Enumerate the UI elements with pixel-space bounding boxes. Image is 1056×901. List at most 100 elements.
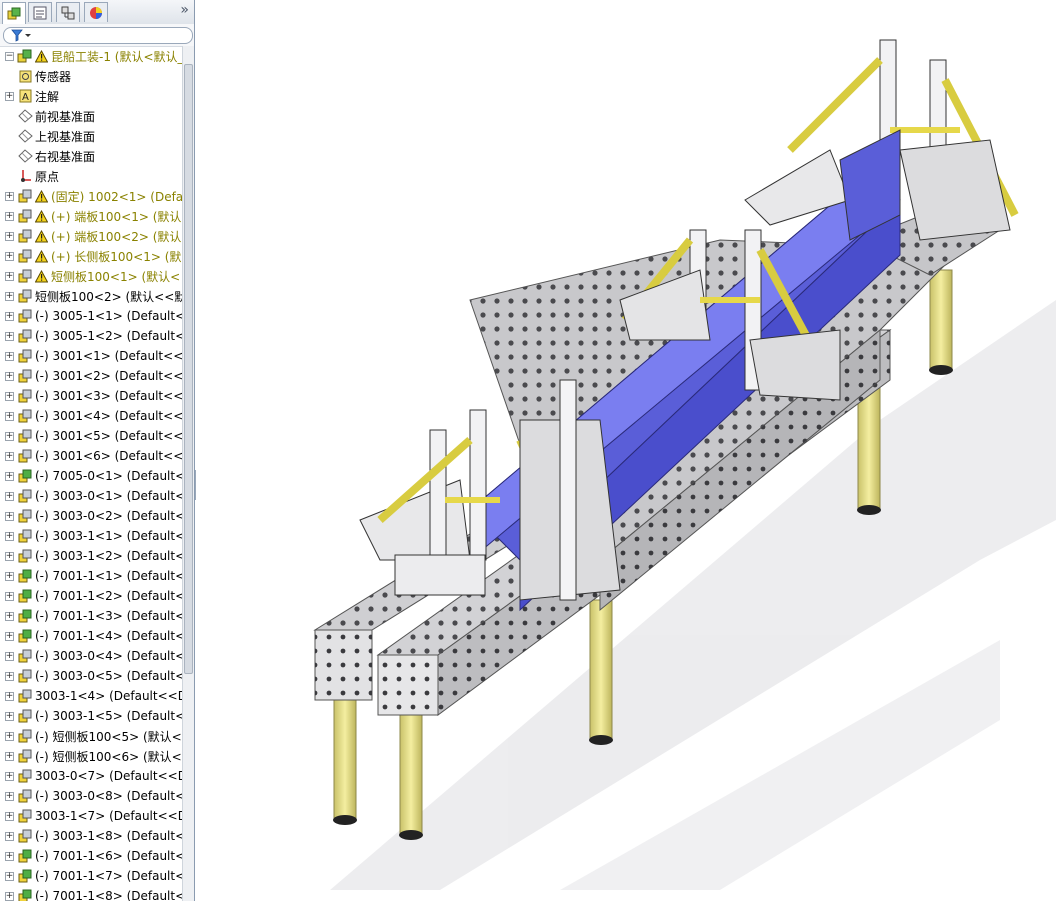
expand-toggle-icon[interactable]: + [5,491,14,501]
tree-item[interactable]: + (+) 端板100<2> (默认 [0,226,182,246]
expand-toggle-icon[interactable]: + [5,811,14,821]
tree-item[interactable]: + (-) 3001<5> (Default<< [0,426,182,446]
tree-item-label: (-) 3003-1<1> (Default< [35,529,182,543]
expand-toggle-icon[interactable]: + [5,871,14,881]
tree-item[interactable]: + (-) 7001-1<6> (Default< [0,846,182,866]
tree-item[interactable]: 右视基准面 [0,146,182,166]
tree-item[interactable]: + (-) 7001-1<4> (Default< [0,626,182,646]
expand-toggle-icon[interactable]: + [5,571,14,581]
expand-toggle-icon[interactable]: + [5,91,14,101]
tree-item[interactable]: 原点 [0,166,182,186]
sensor-icon [19,70,32,83]
expand-toggle-icon[interactable]: + [5,771,14,781]
more-tabs-icon[interactable]: » [180,2,189,18]
expand-toggle-icon[interactable]: + [5,471,14,481]
tree-item[interactable]: + (-) 3003-1<5> (Default< [0,706,182,726]
tree-item[interactable]: + (-) 3001<2> (Default<< [0,366,182,386]
expand-toggle-icon[interactable]: + [5,791,14,801]
tree-item[interactable]: + (固定) 1002<1> (Defa [0,186,182,206]
expand-toggle-icon[interactable]: + [5,751,14,761]
display-manager-tab-icon[interactable] [84,2,108,22]
expand-toggle-icon[interactable]: + [5,451,14,461]
tree-scrollbar-thumb[interactable] [184,64,193,674]
tree-item[interactable]: + (-) 7001-1<1> (Default< [0,566,182,586]
expand-toggle-icon[interactable]: + [5,431,14,441]
tree-item[interactable]: + A 注解 [0,86,182,106]
expand-toggle-icon[interactable]: + [5,211,14,221]
collapse-toggle-icon[interactable]: − [5,51,14,61]
expand-toggle-icon[interactable]: + [5,711,14,721]
tree-item-label: (-) 短侧板100<6> (默认< [35,749,182,764]
expand-toggle-icon[interactable]: + [5,831,14,841]
tree-item[interactable]: + (-) 短侧板100<6> (默认< [0,746,182,766]
tree-item-label: 3003-1<7> (Default<<D [35,809,182,823]
tree-item[interactable]: + (-) 3003-1<8> (Default< [0,826,182,846]
expand-toggle-icon[interactable]: + [5,331,14,341]
expand-toggle-icon[interactable]: + [5,631,14,641]
tree-item[interactable]: + (-) 3003-1<2> (Default< [0,546,182,566]
tree-item[interactable]: +3003-0<7> (Default<<D [0,766,182,786]
tree-scrollbar[interactable] [182,46,194,901]
expand-toggle-icon[interactable]: + [5,251,14,261]
tree-item[interactable]: + 短侧板100<1> (默认< [0,266,182,286]
tree-item[interactable]: + (-) 短侧板100<5> (默认< [0,726,182,746]
tree-item[interactable]: + (-) 3003-0<8> (Default< [0,786,182,806]
property-manager-tab-icon[interactable] [28,2,52,22]
expand-toggle-icon[interactable]: + [5,691,14,701]
tree-item[interactable]: + (-) 3001<6> (Default<< [0,446,182,466]
tree-item[interactable]: + (-) 3003-0<2> (Default< [0,506,182,526]
expand-toggle-icon[interactable]: + [5,411,14,421]
tree-item[interactable]: − 昆船工装-1 (默认<默认_显 [0,46,182,66]
tree-item[interactable]: + (-) 3005-1<2> (Default< [0,326,182,346]
tree-item[interactable]: + (-) 7001-1<2> (Default< [0,586,182,606]
tree-item-label: (-) 3003-0<8> (Default< [35,789,182,803]
tree-item[interactable]: + (-) 3003-1<1> (Default< [0,526,182,546]
expand-toggle-icon[interactable]: + [5,391,14,401]
expand-toggle-icon[interactable]: + [5,191,14,201]
tree-item[interactable]: + (+) 长侧板100<1> (默 [0,246,182,266]
expand-toggle-icon[interactable]: + [5,271,14,281]
expand-toggle-icon[interactable]: + [5,651,14,661]
expand-toggle-icon[interactable]: + [5,371,14,381]
plane-icon [18,149,33,163]
expand-toggle-icon[interactable]: + [5,591,14,601]
expand-toggle-icon[interactable]: + [5,291,14,301]
tree-item[interactable]: + (-) 3005-1<1> (Default< [0,306,182,326]
tree-item[interactable]: + (-) 3003-0<4> (Default< [0,646,182,666]
expand-toggle-icon[interactable]: + [5,551,14,561]
feature-manager-tab-icon[interactable] [2,2,26,24]
3d-graphics-viewport[interactable] [196,0,1056,901]
tree-item[interactable]: + (-) 7001-1<8> (Default< [0,886,182,901]
tree-item[interactable]: +3003-1<4> (Default<<D [0,686,182,706]
expand-toggle-icon[interactable]: + [5,511,14,521]
expand-toggle-icon[interactable]: + [5,351,14,361]
tree-item[interactable]: + (-) 3003-0<5> (Default< [0,666,182,686]
tree-item[interactable]: + 短侧板100<2> (默认<<默 [0,286,182,306]
expand-toggle-icon[interactable]: + [5,531,14,541]
tree-item[interactable]: + (-) 7001-1<7> (Default< [0,866,182,886]
tree-item[interactable]: 传感器 [0,66,182,86]
expand-toggle-icon[interactable]: + [5,851,14,861]
part-icon [18,749,32,763]
tree-item[interactable]: 前视基准面 [0,106,182,126]
filter-input[interactable] [3,27,193,44]
tree-item[interactable]: + (-) 3001<1> (Default<< [0,346,182,366]
expand-toggle-icon[interactable]: + [5,671,14,681]
part-icon [18,229,32,243]
tree-item[interactable]: + (-) 7001-1<3> (Default< [0,606,182,626]
tree-item[interactable]: + (+) 端板100<1> (默认 [0,206,182,226]
configuration-manager-tab-icon[interactable] [56,2,80,22]
funnel-icon[interactable] [10,29,32,42]
tree-item[interactable]: + (-) 3003-0<1> (Default< [0,486,182,506]
expand-toggle-icon[interactable]: + [5,891,14,901]
expand-toggle-icon[interactable]: + [5,311,14,321]
tree-item[interactable]: +3003-1<7> (Default<<D [0,806,182,826]
tree-item[interactable]: + (-) 3001<3> (Default<< [0,386,182,406]
tree-item[interactable]: 上视基准面 [0,126,182,146]
expand-toggle-icon[interactable]: + [5,231,14,241]
tree-item[interactable]: + (-) 7005-0<1> (Default< [0,466,182,486]
expand-toggle-icon[interactable]: + [5,731,14,741]
tree-item[interactable]: + (-) 3001<4> (Default<< [0,406,182,426]
expand-toggle-icon[interactable]: + [5,611,14,621]
subassembly-icon [18,589,32,603]
